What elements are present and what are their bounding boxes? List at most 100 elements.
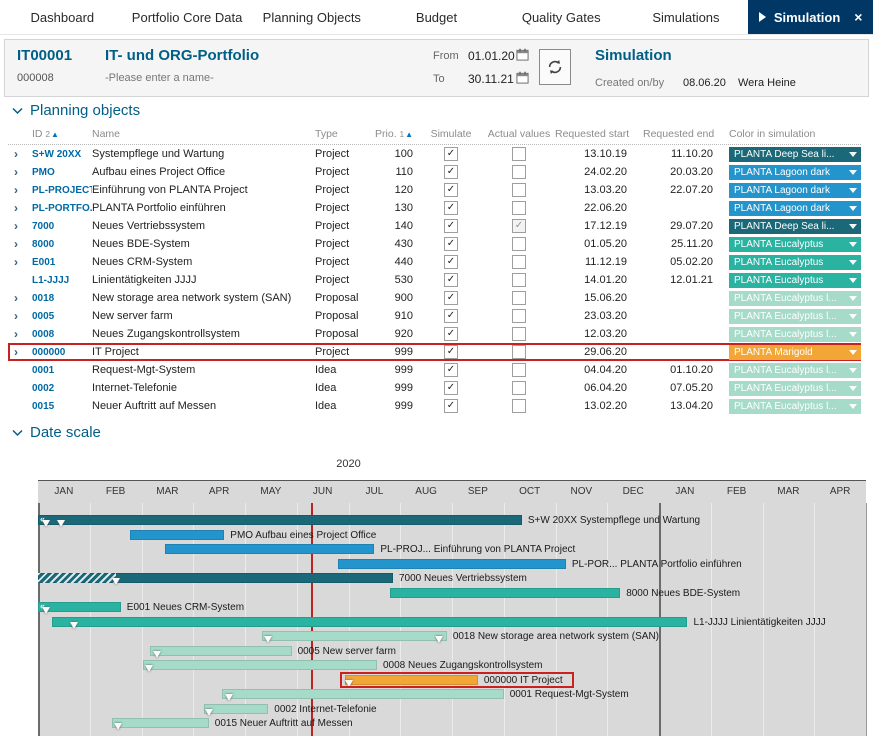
cell-id[interactable]: S+W 20XX bbox=[32, 149, 92, 160]
gantt-bar-pl-proj[interactable] bbox=[165, 544, 375, 554]
column-header-requested-end[interactable]: Requested end bbox=[643, 128, 729, 140]
cell-id[interactable]: 0001 bbox=[32, 365, 92, 376]
row-expander-icon[interactable]: › bbox=[8, 291, 32, 305]
tab-simulations[interactable]: Simulations bbox=[624, 0, 749, 34]
gantt-bar-0001[interactable] bbox=[222, 689, 504, 699]
row-expander-icon[interactable]: › bbox=[8, 165, 32, 179]
simulate-checkbox[interactable]: ✓ bbox=[444, 363, 458, 377]
gantt-bar-8000[interactable] bbox=[390, 588, 620, 598]
actual-values-checkbox[interactable] bbox=[512, 147, 526, 161]
color-in-simulation-select[interactable]: PLANTA Eucalyptus l... bbox=[729, 363, 861, 378]
color-in-simulation-select[interactable]: PLANTA Lagoon dark bbox=[729, 183, 861, 198]
color-in-simulation-select[interactable]: PLANTA Eucalyptus l... bbox=[729, 291, 861, 306]
gantt-bar-7000[interactable] bbox=[38, 573, 393, 583]
column-header-requested-start[interactable]: Requested start bbox=[555, 128, 643, 140]
gantt-bar-0002[interactable] bbox=[204, 704, 269, 714]
color-in-simulation-select[interactable]: PLANTA Eucalyptus l... bbox=[729, 309, 861, 324]
date-scale-section-header[interactable]: Date scale bbox=[12, 424, 101, 441]
planning-objects-section-header[interactable]: Planning objects bbox=[12, 102, 140, 119]
simulate-checkbox[interactable]: ✓ bbox=[444, 183, 458, 197]
column-header-prio[interactable]: Prio.1▲ bbox=[373, 128, 419, 140]
simulate-checkbox[interactable]: ✓ bbox=[444, 255, 458, 269]
row-expander-icon[interactable]: › bbox=[8, 309, 32, 323]
portfolio-name-input[interactable]: -Please enter a name- bbox=[105, 72, 214, 84]
gantt-bar-l1-jjjj[interactable] bbox=[52, 617, 687, 627]
row-expander-icon[interactable]: › bbox=[8, 237, 32, 251]
to-date-field[interactable]: 30.11.21 bbox=[468, 72, 514, 86]
color-in-simulation-select[interactable]: PLANTA Eucalyptus l... bbox=[729, 327, 861, 342]
column-header-name[interactable]: Name bbox=[92, 128, 315, 140]
actual-values-checkbox[interactable] bbox=[512, 327, 526, 341]
tab-simulation[interactable]: Simulation× bbox=[748, 0, 873, 34]
column-header-type[interactable]: Type bbox=[315, 128, 373, 140]
color-in-simulation-select[interactable]: PLANTA Eucalyptus bbox=[729, 273, 861, 288]
from-date-field[interactable]: 01.01.20 bbox=[468, 49, 515, 63]
cell-id[interactable]: 000000 bbox=[32, 347, 92, 358]
simulate-checkbox[interactable]: ✓ bbox=[444, 201, 458, 215]
cell-id[interactable]: 0005 bbox=[32, 311, 92, 322]
cell-id[interactable]: E001 bbox=[32, 257, 92, 268]
color-in-simulation-select[interactable]: PLANTA Lagoon dark bbox=[729, 165, 861, 180]
simulate-checkbox[interactable]: ✓ bbox=[444, 237, 458, 251]
actual-values-checkbox[interactable] bbox=[512, 363, 526, 377]
gantt-bar-e001[interactable]: « bbox=[38, 602, 121, 612]
simulate-checkbox[interactable]: ✓ bbox=[444, 219, 458, 233]
actual-values-checkbox[interactable] bbox=[512, 291, 526, 305]
cell-id[interactable]: L1-JJJJ bbox=[32, 275, 92, 286]
row-expander-icon[interactable]: › bbox=[8, 327, 32, 341]
cell-id[interactable]: 0008 bbox=[32, 329, 92, 340]
simulate-checkbox[interactable]: ✓ bbox=[444, 309, 458, 323]
gantt-bar-0015[interactable] bbox=[112, 718, 209, 728]
simulate-checkbox[interactable]: ✓ bbox=[444, 345, 458, 359]
column-header-simulate[interactable]: Simulate bbox=[419, 128, 483, 140]
gantt-bar-pl-por[interactable] bbox=[338, 559, 566, 569]
simulate-checkbox[interactable]: ✓ bbox=[444, 399, 458, 413]
column-header-actual-values[interactable]: Actual values bbox=[483, 128, 555, 140]
color-in-simulation-select[interactable]: PLANTA Eucalyptus l... bbox=[729, 399, 861, 414]
simulate-checkbox[interactable]: ✓ bbox=[444, 147, 458, 161]
row-expander-icon[interactable]: › bbox=[8, 201, 32, 215]
color-in-simulation-select[interactable]: PLANTA Eucalyptus bbox=[729, 255, 861, 270]
row-expander-icon[interactable]: › bbox=[8, 219, 32, 233]
row-expander-icon[interactable]: › bbox=[8, 255, 32, 269]
tab-budget[interactable]: Budget bbox=[374, 0, 499, 34]
tab-dashboard[interactable]: Dashboard bbox=[0, 0, 125, 34]
actual-values-checkbox[interactable] bbox=[512, 201, 526, 215]
cell-id[interactable]: PL-PORTFO... bbox=[32, 203, 92, 214]
actual-values-checkbox[interactable] bbox=[512, 255, 526, 269]
row-expander-icon[interactable]: › bbox=[8, 147, 32, 161]
actual-values-checkbox[interactable] bbox=[512, 183, 526, 197]
gantt-bar-s-w[interactable]: « bbox=[38, 515, 522, 525]
cell-id[interactable]: 0015 bbox=[32, 401, 92, 412]
simulate-checkbox[interactable]: ✓ bbox=[444, 327, 458, 341]
simulate-checkbox[interactable]: ✓ bbox=[444, 273, 458, 287]
gantt-bar-0018[interactable] bbox=[262, 631, 447, 641]
color-in-simulation-select[interactable]: PLANTA Marigold bbox=[729, 345, 861, 360]
color-in-simulation-select[interactable]: PLANTA Deep Sea li... bbox=[729, 147, 861, 162]
cell-id[interactable]: PMO bbox=[32, 167, 92, 178]
gantt-bar-000000[interactable] bbox=[345, 675, 478, 685]
color-in-simulation-select[interactable]: PLANTA Eucalyptus bbox=[729, 237, 861, 252]
actual-values-checkbox[interactable] bbox=[512, 165, 526, 179]
cell-id[interactable]: 8000 bbox=[32, 239, 92, 250]
actual-values-checkbox[interactable] bbox=[512, 237, 526, 251]
cell-id[interactable]: 7000 bbox=[32, 221, 92, 232]
close-icon[interactable]: × bbox=[854, 10, 862, 24]
row-expander-icon[interactable]: › bbox=[8, 183, 32, 197]
cell-id[interactable]: PL-PROJECT bbox=[32, 185, 92, 196]
simulate-checkbox[interactable]: ✓ bbox=[444, 381, 458, 395]
gantt-bar-0005[interactable] bbox=[150, 646, 292, 656]
calendar-icon[interactable] bbox=[516, 48, 529, 66]
column-header-color-in-simulation[interactable]: Color in simulation bbox=[729, 128, 861, 140]
simulate-checkbox[interactable]: ✓ bbox=[444, 165, 458, 179]
tab-portfolio-core-data[interactable]: Portfolio Core Data bbox=[125, 0, 250, 34]
calendar-icon[interactable] bbox=[516, 71, 529, 89]
cell-id[interactable]: 0002 bbox=[32, 383, 92, 394]
row-expander-icon[interactable]: › bbox=[8, 345, 32, 359]
tab-quality-gates[interactable]: Quality Gates bbox=[499, 0, 624, 34]
column-header-id[interactable]: ID2▲ bbox=[32, 128, 92, 140]
simulate-checkbox[interactable]: ✓ bbox=[444, 291, 458, 305]
actual-values-checkbox[interactable] bbox=[512, 399, 526, 413]
color-in-simulation-select[interactable]: PLANTA Eucalyptus l... bbox=[729, 381, 861, 396]
gantt-bar-pmo[interactable] bbox=[130, 530, 225, 540]
